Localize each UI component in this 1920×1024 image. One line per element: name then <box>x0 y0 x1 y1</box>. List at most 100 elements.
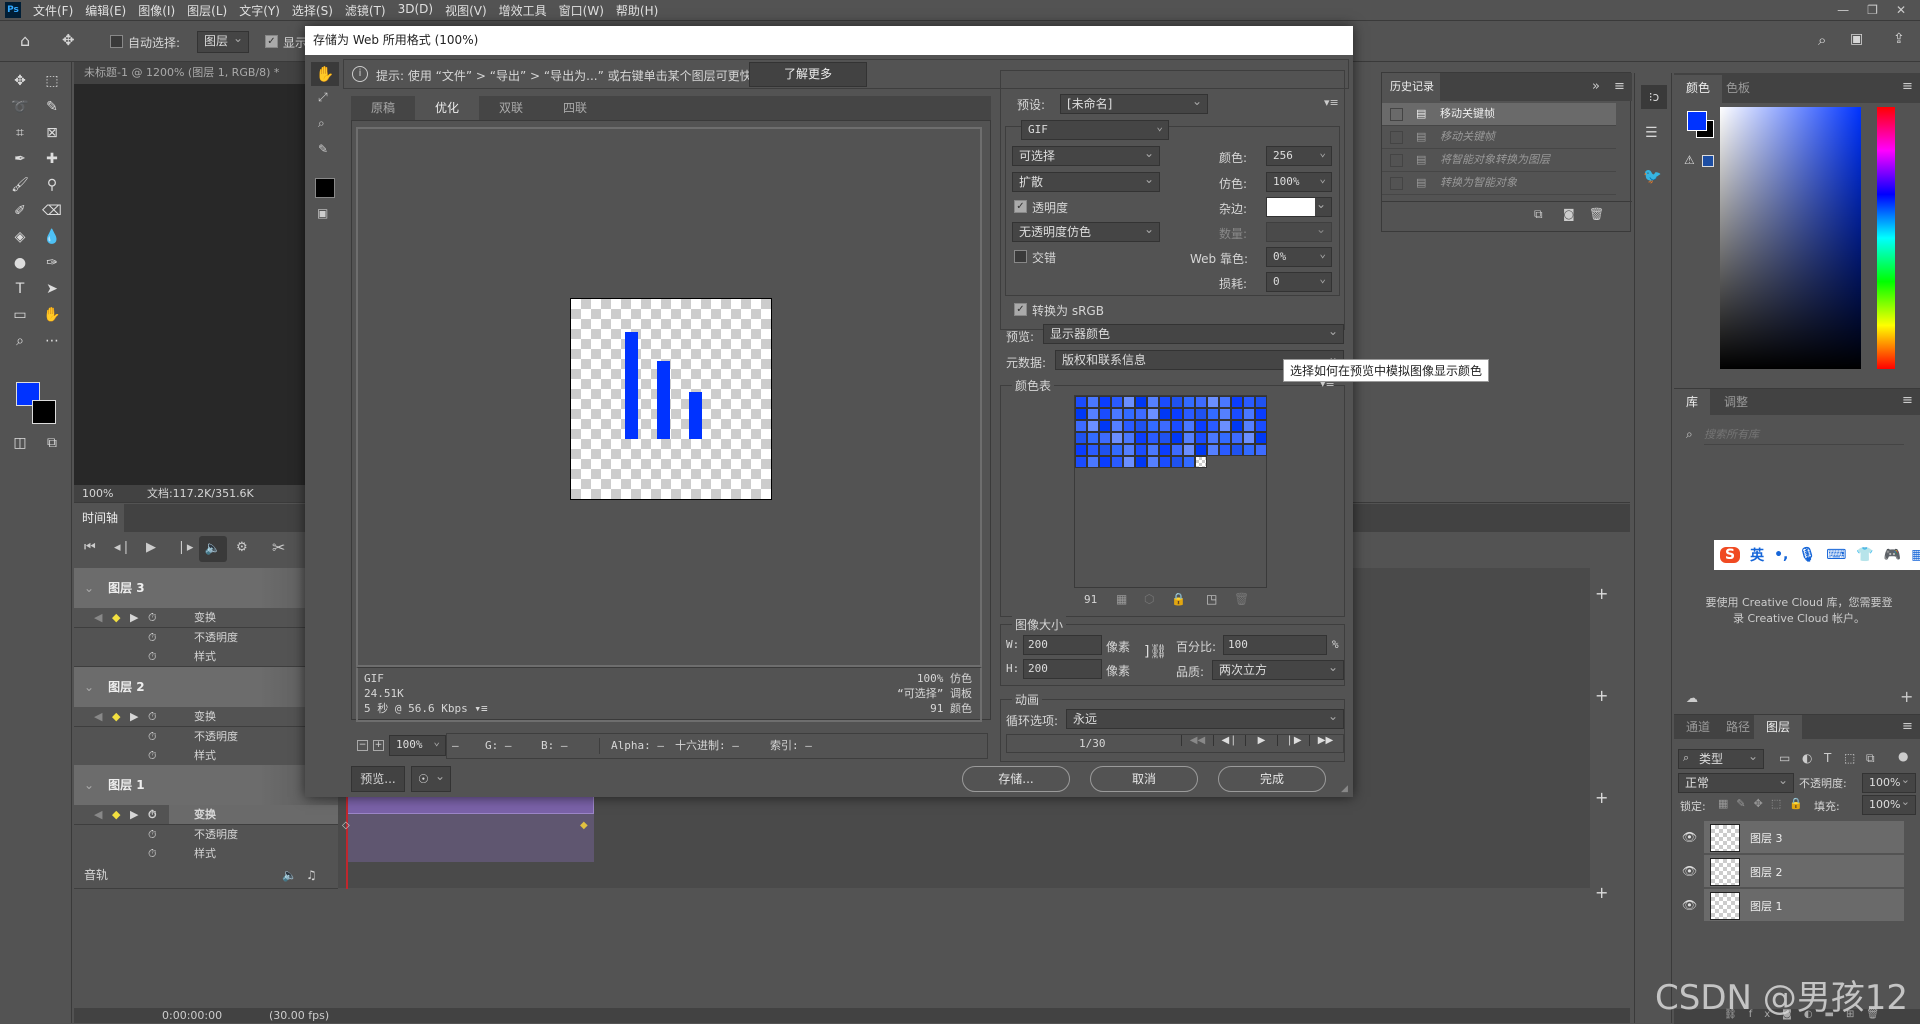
hue-slider[interactable] <box>1877 107 1895 369</box>
auto-select-dropdown[interactable]: 图层 <box>197 29 249 53</box>
color-swatch[interactable] <box>1243 408 1255 420</box>
layer-filter-dropdown[interactable]: 类型 <box>1678 747 1764 769</box>
menu-item[interactable]: 图层(L) <box>181 2 233 19</box>
add-media-icon[interactable]: + <box>1595 686 1608 705</box>
prev-keyframe-icon[interactable]: ◀ <box>94 805 102 824</box>
menu-item[interactable]: 文件(F) <box>27 2 79 19</box>
color-swatch[interactable] <box>1087 420 1099 432</box>
first-frame-icon[interactable]: ⏮ <box>84 540 96 555</box>
filter-adjustment-icon[interactable]: ◐ <box>1802 751 1812 765</box>
crop-tool-icon[interactable]: ⌗ <box>8 122 32 144</box>
quick-select-tool-icon[interactable]: ✎ <box>40 96 64 118</box>
color-swatch[interactable] <box>1159 396 1171 408</box>
browser-select-dropdown[interactable]: ☉ <box>411 764 451 792</box>
microphone-icon[interactable]: 🎙 <box>1798 547 1816 563</box>
healing-tool-icon[interactable]: ✚ <box>40 148 64 170</box>
color-swatch[interactable] <box>1087 432 1099 444</box>
color-swatch[interactable] <box>1243 444 1255 456</box>
layer-row[interactable]: 👁 图层 3 <box>1674 821 1904 855</box>
plugin-bird-icon[interactable]: 🐦 <box>1643 167 1662 185</box>
color-swatch[interactable] <box>1111 396 1123 408</box>
eyedropper-icon[interactable]: ✎ <box>318 142 328 156</box>
layer-row[interactable]: 👁 图层 1 <box>1674 889 1904 923</box>
color-swatch[interactable] <box>1195 444 1207 456</box>
add-media-icon[interactable]: + <box>1595 883 1608 902</box>
color-swatch[interactable] <box>1087 396 1099 408</box>
zoom-tool-icon[interactable]: ⌕ <box>318 116 325 131</box>
timeline-layer-header[interactable]: ⌄ 图层 1 <box>74 765 338 805</box>
keyframe-icon[interactable]: ◇ <box>342 820 350 831</box>
web-shift-icon[interactable]: ⬡ <box>1144 592 1154 606</box>
preview-pane[interactable] <box>356 127 982 667</box>
color-swatch[interactable] <box>1147 456 1159 468</box>
transparency-checkbox[interactable]: ✓ <box>1014 200 1027 213</box>
bucket-tool-icon[interactable]: ◈ <box>8 226 32 248</box>
color-swatch[interactable] <box>1147 420 1159 432</box>
color-swatch[interactable] <box>1075 408 1087 420</box>
tab-2[interactable]: 双联 <box>479 96 543 120</box>
move-tool-icon[interactable]: ✥ <box>8 70 32 92</box>
library-search-input[interactable] <box>1704 425 1904 445</box>
color-swatch[interactable] <box>1219 444 1231 456</box>
color-swatch[interactable] <box>1135 432 1147 444</box>
quality-dropdown[interactable]: 两次立方 <box>1212 658 1344 680</box>
menu-item[interactable]: 选择(S) <box>286 2 339 19</box>
document-tab[interactable]: 未标题-1 @ 1200% (图层 1, RGB/8) * <box>74 62 305 84</box>
timeline-property-row[interactable]: ⏱ 不透明度 <box>74 824 338 845</box>
color-swatch[interactable] <box>1123 456 1135 468</box>
color-swatch[interactable] <box>1207 396 1219 408</box>
zoom-dropdown[interactable]: 100% <box>389 733 446 756</box>
add-media-icon[interactable]: + <box>1595 788 1608 807</box>
timeline-property-row[interactable]: ◀ ◆ ▶ ⏱ 变换 <box>74 608 338 628</box>
color-swatch[interactable] <box>1171 408 1183 420</box>
panel-menu-icon[interactable]: ≡ <box>1614 79 1625 94</box>
learn-more-button[interactable]: 了解更多 <box>749 62 867 87</box>
color-swatch[interactable] <box>1183 432 1195 444</box>
game-icon[interactable]: 🎮 <box>1884 547 1901 563</box>
opacity-input[interactable]: 100% <box>1862 771 1916 793</box>
skin-icon[interactable]: 👕 <box>1856 547 1873 563</box>
new-document-icon[interactable]: ⧉ <box>1534 207 1543 222</box>
fill-input[interactable]: 100% <box>1862 793 1916 815</box>
visibility-eye-icon[interactable]: 👁 <box>1682 864 1697 878</box>
eyedropper-color[interactable] <box>315 178 335 198</box>
camera-icon[interactable]: ◙ <box>1563 207 1575 221</box>
playhead[interactable] <box>346 793 348 889</box>
dither-algorithm-dropdown[interactable]: 扩散 <box>1012 170 1160 192</box>
color-swatch[interactable] <box>1075 444 1087 456</box>
apps-icon[interactable]: ▦ <box>1911 547 1920 563</box>
filter-image-icon[interactable]: ▭ <box>1779 751 1790 765</box>
stopwatch-icon[interactable]: ⏱ <box>148 608 157 627</box>
color-swatch[interactable] <box>1099 408 1111 420</box>
menu-item[interactable]: 文字(Y) <box>233 2 286 19</box>
map-transparency-icon[interactable]: ▦ <box>1116 592 1127 606</box>
width-input[interactable]: 200 <box>1023 635 1102 655</box>
auto-select-checkbox[interactable] <box>110 35 123 48</box>
timeline-property-row[interactable]: ⏱ 样式 <box>74 746 338 766</box>
preview-in-browser-button[interactable]: 预览... <box>351 766 405 792</box>
keyframe-icon[interactable]: ◆ <box>580 820 588 831</box>
next-keyframe-icon[interactable]: ▶ <box>130 608 138 627</box>
color-swatch[interactable] <box>1099 444 1111 456</box>
info-menu-icon[interactable]: ▾≡ <box>474 702 487 715</box>
screen-mode-icon[interactable]: ⧉ <box>40 432 64 454</box>
loop-dropdown[interactable]: 永远 <box>1066 707 1344 729</box>
color-swatch[interactable] <box>1255 432 1267 444</box>
color-table[interactable] <box>1074 395 1267 588</box>
prev-frame-button[interactable]: ◀❘ <box>1213 735 1245 746</box>
color-swatch[interactable] <box>1123 408 1135 420</box>
tab-3[interactable]: 四联 <box>543 96 607 120</box>
blur-tool-icon[interactable]: 💧 <box>40 226 64 248</box>
next-keyframe-icon[interactable]: ▶ <box>130 707 138 726</box>
trash-icon[interactable]: 🗑 <box>1589 207 1604 221</box>
filter-toggle[interactable]: ● <box>1898 749 1908 763</box>
frame-tool-icon[interactable]: ⊠ <box>40 122 64 144</box>
slice-select-icon[interactable]: ⤢ <box>318 90 328 105</box>
color-swatch[interactable] <box>1135 408 1147 420</box>
color-swatch[interactable] <box>1111 432 1123 444</box>
next-frame-icon[interactable]: ❘▸ <box>176 540 193 555</box>
history-item[interactable]: ▤ 移动关键帧 <box>1382 103 1616 126</box>
menu-item[interactable]: 滤镜(T) <box>339 2 392 19</box>
filter-type-icon[interactable]: T <box>1824 751 1831 765</box>
add-icon[interactable]: + <box>1900 687 1913 706</box>
